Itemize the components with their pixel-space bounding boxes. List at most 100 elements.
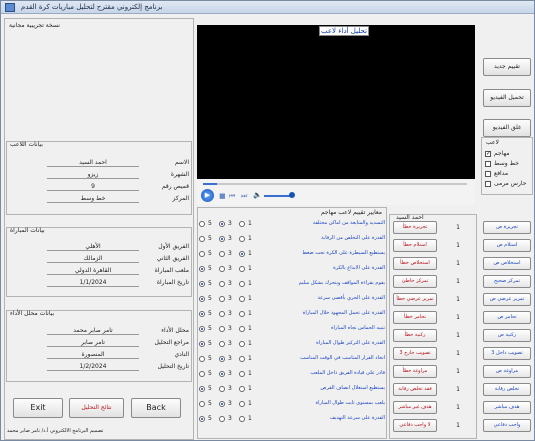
- rating-radio[interactable]: [199, 326, 205, 332]
- rating-radio[interactable]: [219, 326, 225, 332]
- seek-bar[interactable]: [203, 183, 217, 185]
- negative-event-button[interactable]: ركنية خطأ: [393, 329, 437, 342]
- rating-radio[interactable]: [199, 266, 205, 272]
- positive-event-button[interactable]: تمركز صحيح: [483, 275, 531, 288]
- rating-radio[interactable]: [239, 311, 245, 317]
- next-icon[interactable]: ⏭: [241, 192, 247, 201]
- rating-radio[interactable]: [219, 401, 225, 407]
- role-checkbox[interactable]: [485, 161, 491, 167]
- negative-event-button[interactable]: استلام خطأ: [393, 239, 437, 252]
- rating-radio[interactable]: [239, 341, 245, 347]
- results-button[interactable]: نتائج التحليل: [69, 398, 124, 418]
- rating-radio[interactable]: [219, 386, 225, 392]
- rating-radio[interactable]: [199, 251, 205, 257]
- analyst-field-value[interactable]: تامر صابر محمد: [47, 327, 139, 335]
- previous-icon[interactable]: ⏮: [229, 192, 235, 201]
- match-field-value[interactable]: 1/1/2024: [47, 279, 139, 287]
- positive-event-button[interactable]: واجب دفاعي: [483, 419, 531, 432]
- negative-event-button[interactable]: هدف غير مباشر: [393, 401, 437, 414]
- role-checkbox[interactable]: [485, 181, 491, 187]
- negative-event-button[interactable]: تمركز خاطئ: [393, 275, 437, 288]
- player-field-value[interactable]: خط وسط: [47, 195, 139, 203]
- rating-radio[interactable]: [199, 281, 205, 287]
- positive-event-button[interactable]: ركنية ص: [483, 329, 531, 342]
- rating-radio[interactable]: [219, 221, 225, 227]
- rating-radio[interactable]: [219, 281, 225, 287]
- rating-radio[interactable]: [219, 311, 225, 317]
- positive-event-button[interactable]: مراوغة ص: [483, 365, 531, 378]
- stop-icon[interactable]: ■: [219, 192, 226, 200]
- positive-event-button[interactable]: تخلص رقابة: [483, 383, 531, 396]
- rating-radio[interactable]: [219, 236, 225, 242]
- rating-radio[interactable]: [239, 326, 245, 332]
- negative-event-button[interactable]: تحامر خطأ: [393, 311, 437, 324]
- player-field-value[interactable]: زيزو: [47, 171, 139, 179]
- rating-radio[interactable]: [199, 236, 205, 242]
- positive-event-button[interactable]: تجريرة ص: [483, 221, 531, 234]
- analyst-field-value[interactable]: تامر صابر: [47, 339, 139, 347]
- rating-radio[interactable]: [199, 386, 205, 392]
- negative-event-button[interactable]: مراوغة خطأ: [393, 365, 437, 378]
- role-checkbox[interactable]: [485, 150, 491, 157]
- rating-radio[interactable]: [199, 401, 205, 407]
- rating-radio[interactable]: [199, 296, 205, 302]
- analyst-field-value[interactable]: المنصورة: [47, 351, 139, 359]
- rating-radio[interactable]: [199, 221, 205, 227]
- match-field-value[interactable]: القاهرة الدولي: [47, 267, 139, 275]
- rating-radio[interactable]: [239, 266, 245, 272]
- rating-radio[interactable]: [219, 251, 225, 257]
- player-field-value[interactable]: 9: [47, 183, 139, 191]
- volume-icon[interactable]: 🔈: [253, 191, 262, 199]
- rating-radio[interactable]: [239, 416, 245, 422]
- back-button[interactable]: Back: [131, 398, 181, 418]
- positive-event-button[interactable]: تصويب داخل 3: [483, 347, 531, 360]
- negative-event-button[interactable]: تجريرة خطأ: [393, 221, 437, 234]
- rating-radio[interactable]: [199, 356, 205, 362]
- play-icon[interactable]: ▶: [201, 189, 214, 202]
- rating-radio[interactable]: [239, 356, 245, 362]
- rating-radio[interactable]: [219, 266, 225, 272]
- rating-radio[interactable]: [219, 296, 225, 302]
- player-field-value[interactable]: احمد السيد: [47, 159, 139, 167]
- negative-event-button[interactable]: لا واجب دفاعي: [393, 419, 437, 432]
- positive-event-button[interactable]: استلام ص: [483, 239, 531, 252]
- match-field-value[interactable]: الزمالك: [47, 255, 139, 263]
- negative-event-button[interactable]: استخلاص خطأ: [393, 257, 437, 270]
- exit-button[interactable]: Exit: [13, 398, 63, 418]
- positive-event-button[interactable]: تمرير عرضي ص: [483, 293, 531, 306]
- positive-event-button[interactable]: استخلاص ص: [483, 257, 531, 270]
- rating-radio[interactable]: [199, 341, 205, 347]
- player-field-label: المركز: [172, 195, 189, 202]
- close-video-button[interactable]: غلق الفيديو: [483, 119, 531, 137]
- role-checkbox[interactable]: [485, 171, 491, 177]
- negative-event-button[interactable]: فقد تخلص رقابة: [393, 383, 437, 396]
- load-video-button[interactable]: تحميل الفيديو: [483, 89, 531, 107]
- rating-radio[interactable]: [239, 401, 245, 407]
- rating-radio[interactable]: [219, 341, 225, 347]
- positive-event-button[interactable]: هدف مباشر: [483, 401, 531, 414]
- rating-radio[interactable]: [239, 236, 245, 242]
- volume-slider[interactable]: [264, 195, 292, 197]
- negative-event-button[interactable]: تمرير عرضي خطأ: [393, 293, 437, 306]
- rating-radio[interactable]: [239, 221, 245, 227]
- video-player[interactable]: [197, 25, 475, 179]
- rating-radio[interactable]: [239, 251, 245, 257]
- rating-radio[interactable]: [239, 281, 245, 287]
- rating-radio[interactable]: [199, 416, 205, 422]
- analyst-field-value[interactable]: 1/2/2024: [47, 363, 139, 371]
- volume-knob[interactable]: [289, 192, 295, 198]
- rating-radio[interactable]: [219, 371, 225, 377]
- rating-radio[interactable]: [239, 371, 245, 377]
- rating-radio[interactable]: [239, 386, 245, 392]
- rating-radio[interactable]: [199, 311, 205, 317]
- rating-radio[interactable]: [239, 296, 245, 302]
- event-count: 1: [456, 224, 460, 231]
- rating-radio[interactable]: [219, 356, 225, 362]
- rating-radio[interactable]: [219, 416, 225, 422]
- positive-event-button[interactable]: تحامر ص: [483, 311, 531, 324]
- player-field-label: قميص رقم: [161, 183, 189, 190]
- match-field-value[interactable]: الأهلي: [47, 243, 139, 251]
- rating-radio[interactable]: [199, 371, 205, 377]
- negative-event-button[interactable]: تصويب خارج 3: [393, 347, 437, 360]
- new-evaluation-button[interactable]: تقييم جديد: [483, 58, 531, 76]
